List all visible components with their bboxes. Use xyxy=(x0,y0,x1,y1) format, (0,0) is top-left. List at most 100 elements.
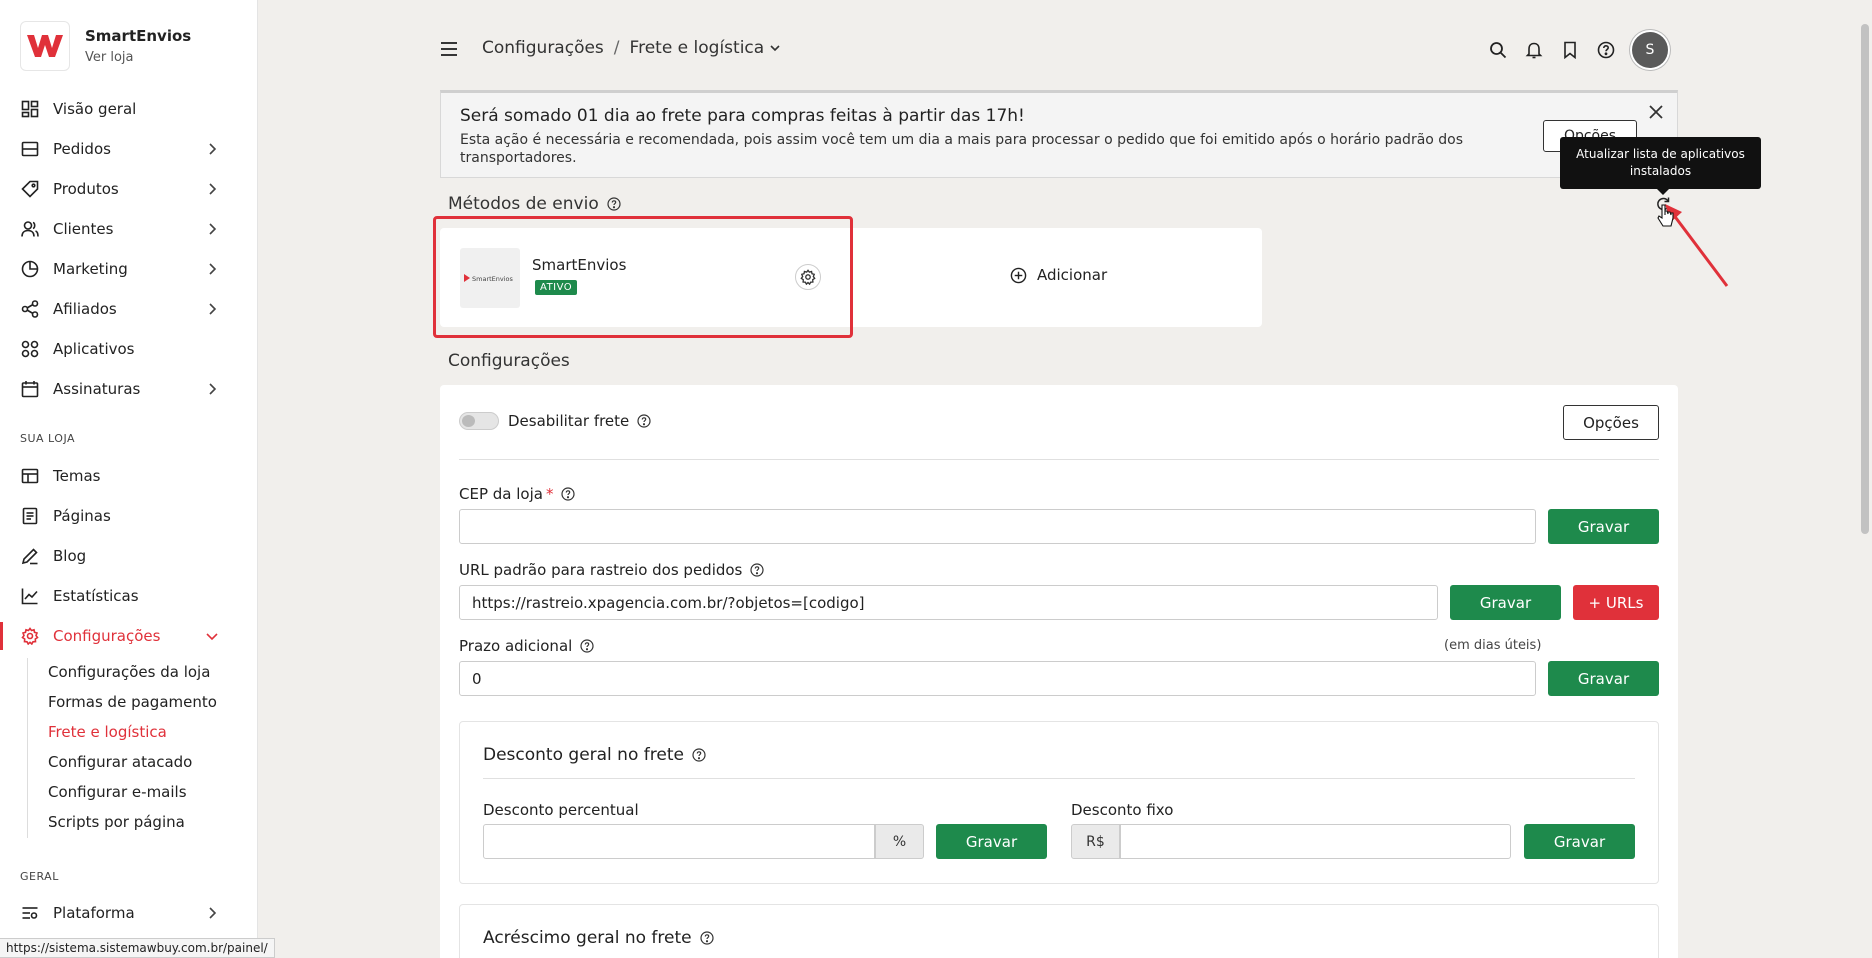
apps-icon xyxy=(20,339,40,359)
help-icon[interactable] xyxy=(561,487,576,501)
help-icon[interactable] xyxy=(1596,40,1616,60)
submenu-store-settings[interactable]: Configurações da loja xyxy=(48,658,217,688)
toggle-label-text: Desabilitar frete xyxy=(508,412,630,430)
nav-label: Configurações xyxy=(53,627,161,645)
save-discount-percent-button[interactable]: Gravar xyxy=(936,824,1047,859)
help-icon[interactable] xyxy=(637,414,651,428)
submenu-scripts[interactable]: Scripts por página xyxy=(48,808,217,838)
brand[interactable]: SmartEnvios Ver loja xyxy=(20,21,191,71)
required-marker: * xyxy=(545,485,554,503)
tracking-label-text: URL padrão para rastreio dos pedidos xyxy=(459,561,743,579)
help-icon[interactable] xyxy=(750,563,764,577)
nav-item-marketing[interactable]: Marketing xyxy=(20,255,220,283)
submenu-emails[interactable]: Configurar e-mails xyxy=(48,778,217,808)
section-title-text: Métodos de envio xyxy=(448,194,599,214)
nav-item-subscriptions[interactable]: Assinaturas xyxy=(20,375,220,403)
extra-days-input[interactable]: 0 xyxy=(459,661,1536,696)
nav-item-platform[interactable]: Plataforma xyxy=(20,899,220,927)
cep-label: CEP da loja * xyxy=(459,485,576,503)
save-tracking-button[interactable]: Gravar xyxy=(1450,585,1561,620)
nav-item-products[interactable]: Produtos xyxy=(20,175,220,203)
help-icon[interactable] xyxy=(580,639,594,653)
document-icon xyxy=(20,506,40,526)
scrollbar[interactable] xyxy=(1860,0,1870,958)
nav-item-settings[interactable]: Configurações xyxy=(20,622,220,650)
gear-icon xyxy=(800,269,816,285)
dashboard-icon xyxy=(20,99,40,119)
nav-item-blog[interactable]: Blog xyxy=(20,542,220,570)
submenu-shipping[interactable]: Frete e logística xyxy=(48,718,217,748)
add-urls-button[interactable]: + URLs xyxy=(1573,585,1659,620)
pie-chart-icon xyxy=(20,259,40,279)
help-icon[interactable] xyxy=(607,197,621,211)
save-discount-fixed-button[interactable]: Gravar xyxy=(1524,824,1635,859)
nav-item-statistics[interactable]: Estatísticas xyxy=(20,582,220,610)
currency-addon: R$ xyxy=(1071,824,1120,859)
increase-title: Acréscimo geral no frete xyxy=(483,928,714,948)
submenu-payment-methods[interactable]: Formas de pagamento xyxy=(48,688,217,718)
layout-icon xyxy=(20,466,40,486)
extra-days-label: Prazo adicional xyxy=(459,637,594,655)
chevron-down-icon xyxy=(206,633,218,641)
nav-label: Visão geral xyxy=(53,100,137,118)
breadcrumb-root[interactable]: Configurações xyxy=(482,38,604,58)
tracking-url-input[interactable]: https://rastreio.xpagencia.com.br/?objet… xyxy=(459,585,1438,620)
bookmark-icon[interactable] xyxy=(1560,40,1580,60)
tooltip: Atualizar lista de aplicativos instalado… xyxy=(1560,137,1761,195)
view-store-link[interactable]: Ver loja xyxy=(85,50,191,65)
save-cep-button[interactable]: Gravar xyxy=(1548,509,1659,544)
hamburger-menu-icon[interactable] xyxy=(440,40,458,58)
close-icon[interactable] xyxy=(1647,103,1665,121)
smartenvios-logo: SmartEnvios xyxy=(460,248,520,308)
help-icon[interactable] xyxy=(699,931,714,945)
line-chart-icon xyxy=(20,586,40,606)
discount-fixed-input[interactable] xyxy=(1120,824,1511,859)
section-label-general: GERAL xyxy=(20,870,59,883)
cep-input[interactable] xyxy=(459,509,1536,544)
gear-icon xyxy=(20,626,40,646)
nav-item-pages[interactable]: Páginas xyxy=(20,502,220,530)
options-button[interactable]: Opções xyxy=(1563,405,1659,440)
help-icon[interactable] xyxy=(692,748,706,762)
disable-shipping-toggle[interactable] xyxy=(459,412,499,430)
chevron-down-icon[interactable] xyxy=(768,41,782,55)
add-method-button[interactable]: Adicionar xyxy=(1010,266,1107,284)
notice-body: Esta ação é necessária e recomendada, po… xyxy=(460,132,1464,166)
nav-label: Assinaturas xyxy=(53,380,141,398)
svg-text:SmartEnvios: SmartEnvios xyxy=(472,275,514,283)
calendar-icon xyxy=(20,379,40,399)
notice-title: Será somado 01 dia ao frete para compras… xyxy=(460,106,1025,126)
method-settings-button[interactable] xyxy=(795,264,821,290)
business-days-hint: (em dias úteis) xyxy=(1444,638,1542,653)
discount-title-text: Desconto geral no frete xyxy=(483,745,684,765)
nav-item-customers[interactable]: Clientes xyxy=(20,215,220,243)
nav-item-overview[interactable]: Visão geral xyxy=(20,95,220,123)
extra-days-label-text: Prazo adicional xyxy=(459,637,573,655)
shipping-methods-title: Métodos de envio xyxy=(448,194,621,214)
chevron-right-icon xyxy=(209,223,217,235)
discount-percent-input[interactable] xyxy=(483,824,875,859)
nav-label: Temas xyxy=(53,467,101,485)
search-icon[interactable] xyxy=(1488,40,1508,60)
orders-icon xyxy=(20,139,40,159)
tag-icon xyxy=(20,179,40,199)
nav-label: Pedidos xyxy=(53,140,111,158)
add-method-label: Adicionar xyxy=(1037,266,1108,284)
bell-icon[interactable] xyxy=(1524,40,1544,60)
avatar[interactable]: S xyxy=(1632,32,1668,68)
nav-item-orders[interactable]: Pedidos xyxy=(20,135,220,163)
chevron-right-icon xyxy=(209,183,217,195)
breadcrumb: Configurações / Frete e logística xyxy=(482,38,782,58)
discount-percent-label: Desconto percentual xyxy=(483,801,639,819)
nav-label: Marketing xyxy=(53,260,128,278)
breadcrumb-current[interactable]: Frete e logística xyxy=(630,38,765,58)
top-bar: Configurações / Frete e logística S xyxy=(440,32,1668,68)
save-extra-days-button[interactable]: Gravar xyxy=(1548,661,1659,696)
nav-item-affiliates[interactable]: Afiliados xyxy=(20,295,220,323)
submenu-wholesale[interactable]: Configurar atacado xyxy=(48,748,217,778)
breadcrumb-separator: / xyxy=(613,38,620,58)
nav-item-apps[interactable]: Aplicativos xyxy=(20,335,220,363)
nav-item-themes[interactable]: Temas xyxy=(20,462,220,490)
scrollbar-thumb[interactable] xyxy=(1861,24,1869,534)
increase-title-text: Acréscimo geral no frete xyxy=(483,928,692,948)
